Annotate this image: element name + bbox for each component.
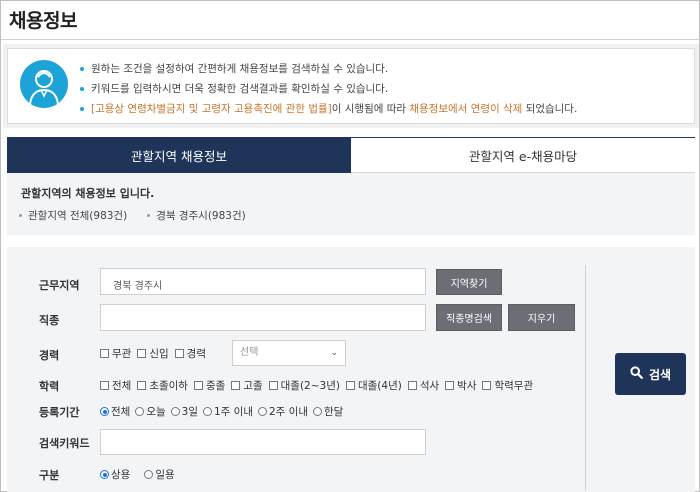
tab-region-jobs[interactable]: 관할지역 채용정보 <box>7 138 351 173</box>
period-options: 전체 오늘 3일 1주 이내 2주 이내 한달 <box>100 404 348 419</box>
education-options: 전체 초졸이하 중졸 고졸 대졸(2~3년) 대졸(4년) 석사 박사 학력무관 <box>100 378 539 393</box>
checkbox-label: 학력무관 <box>494 380 534 392</box>
checkbox-label: 석사 <box>419 380 440 392</box>
checkbox-label: 신입 <box>149 348 169 360</box>
education-checkbox[interactable]: 석사 <box>407 378 440 393</box>
keyword-label: 검색키워드 <box>39 437 90 450</box>
type-options: 상용 일용 <box>100 467 180 482</box>
notice-line: 원하는 조건을 설정하여 간편하게 채용정보를 검색하실 수 있습니다. <box>80 59 577 79</box>
education-checkbox[interactable]: 전체 <box>100 378 131 393</box>
notice-line: [고용상 연령차별금지 및 고령자 고용촉진에 관한 법률]이 시행됨에 따라 … <box>80 99 577 119</box>
tab-region-e-jobs[interactable]: 관할지역 e-채용마당 <box>351 138 695 173</box>
work-area-label: 근무지역 <box>39 279 80 292</box>
keyword-input[interactable] <box>100 429 426 455</box>
education-checkbox[interactable]: 학력무관 <box>482 378 533 393</box>
period-radio[interactable]: 2주 이내 <box>258 404 308 419</box>
radio-label: 1주 이내 <box>214 406 253 418</box>
chevron-down-icon: ⌄ <box>330 348 338 358</box>
period-radio[interactable]: 3일 <box>170 404 198 419</box>
period-label: 등록기간 <box>39 406 80 419</box>
radio-label: 한달 <box>324 406 344 418</box>
person-icon <box>20 60 68 108</box>
panel-divider <box>585 265 586 491</box>
page-title: 채용정보 <box>9 10 77 32</box>
education-checkbox[interactable]: 대졸(4년) <box>345 378 402 393</box>
work-area-value: 경북 경주시 <box>113 281 163 292</box>
checkbox-label: 경력 <box>186 348 206 360</box>
region-title: 관할지역의 채용정보 입니다. <box>21 187 155 200</box>
type-radio[interactable]: 상용 <box>100 467 130 482</box>
checkbox-label: 고졸 <box>243 380 263 392</box>
type-label: 구분 <box>39 469 60 482</box>
education-checkbox[interactable]: 중졸 <box>193 378 226 393</box>
education-checkbox[interactable]: 고졸 <box>231 378 263 393</box>
checkbox-label: 대졸(2~3년) <box>280 380 340 392</box>
checkbox-label: 무관 <box>112 348 132 360</box>
period-radio[interactable]: 전체 <box>100 404 130 419</box>
search-button[interactable]: 검색 <box>615 353 686 395</box>
job-input[interactable] <box>100 304 426 331</box>
radio-label: 3일 <box>181 406 198 418</box>
career-checkbox[interactable]: 신입 <box>137 346 169 361</box>
region-link-gyeongju[interactable]: 경북 경주시(983건) <box>147 208 246 223</box>
checkbox-label: 전체 <box>112 380 132 392</box>
notice-line: 키워드를 입력하시면 더욱 정확한 검색결과를 확인하실 수 있습니다. <box>80 79 577 99</box>
checkbox-label: 박사 <box>457 380 477 392</box>
education-checkbox[interactable]: 박사 <box>445 378 476 393</box>
clear-button[interactable]: 지우기 <box>508 304 575 331</box>
notice-list: 원하는 조건을 설정하여 간편하게 채용정보를 검색하실 수 있습니다. 키워드… <box>80 59 577 119</box>
region-link-all[interactable]: 관할지역 전체(983건) <box>19 208 127 223</box>
search-icon <box>630 366 643 382</box>
education-label: 학력 <box>39 380 60 393</box>
title-divider <box>1 39 700 40</box>
period-radio[interactable]: 한달 <box>313 404 343 419</box>
radio-label: 상용 <box>111 469 131 481</box>
find-area-button[interactable]: 지역찾기 <box>436 269 502 295</box>
career-select[interactable]: 선택 ⌄ <box>232 340 346 366</box>
region-links: 관할지역 전체(983건) 경북 경주시(983건) <box>19 208 246 223</box>
career-checkbox[interactable]: 무관 <box>100 346 131 361</box>
law-link[interactable]: [고용상 연령차별금지 및 고령자 고용촉진에 관한 법률] <box>91 103 332 115</box>
checkbox-label: 초졸이하 <box>149 380 188 392</box>
job-search-button[interactable]: 직종명검색 <box>436 304 502 331</box>
region-summary: 관할지역의 채용정보 입니다. 관할지역 전체(983건) 경북 경주시(983… <box>7 173 695 235</box>
notice-box: 원하는 조건을 설정하여 간편하게 채용정보를 검색하실 수 있습니다. 키워드… <box>7 48 695 124</box>
career-options: 무관 신입 경력 <box>100 346 212 361</box>
radio-label: 일용 <box>155 469 175 481</box>
checkbox-label: 중졸 <box>205 380 226 392</box>
radio-label: 2주 이내 <box>269 406 308 418</box>
search-panel: 근무지역 경북 경주시 지역찾기 직종 직종명검색 지우기 경력 무관 신입 경… <box>7 247 695 492</box>
notice-text: 이 시행됨에 따라 <box>331 103 410 115</box>
work-area-input[interactable]: 경북 경주시 <box>100 268 426 295</box>
job-label: 직종 <box>39 314 60 327</box>
select-placeholder: 선택 <box>240 347 259 358</box>
career-checkbox[interactable]: 경력 <box>174 346 206 361</box>
education-checkbox[interactable]: 대졸(2~3년) <box>268 378 340 393</box>
tab-bar: 관할지역 채용정보 관할지역 e-채용마당 <box>7 137 695 173</box>
search-button-label: 검색 <box>648 367 672 382</box>
type-radio[interactable]: 일용 <box>144 467 175 482</box>
radio-label: 오늘 <box>146 406 166 418</box>
period-radio[interactable]: 1주 이내 <box>203 404 253 419</box>
radio-label: 전체 <box>111 406 131 418</box>
notice-emphasis: 채용정보에서 연령이 삭제 <box>409 103 523 115</box>
notice-text: 되었습니다. <box>522 103 578 115</box>
career-label: 경력 <box>39 349 60 362</box>
education-checkbox[interactable]: 초졸이하 <box>137 378 188 393</box>
period-radio[interactable]: 오늘 <box>135 404 166 419</box>
checkbox-label: 대졸(4년) <box>357 380 402 392</box>
